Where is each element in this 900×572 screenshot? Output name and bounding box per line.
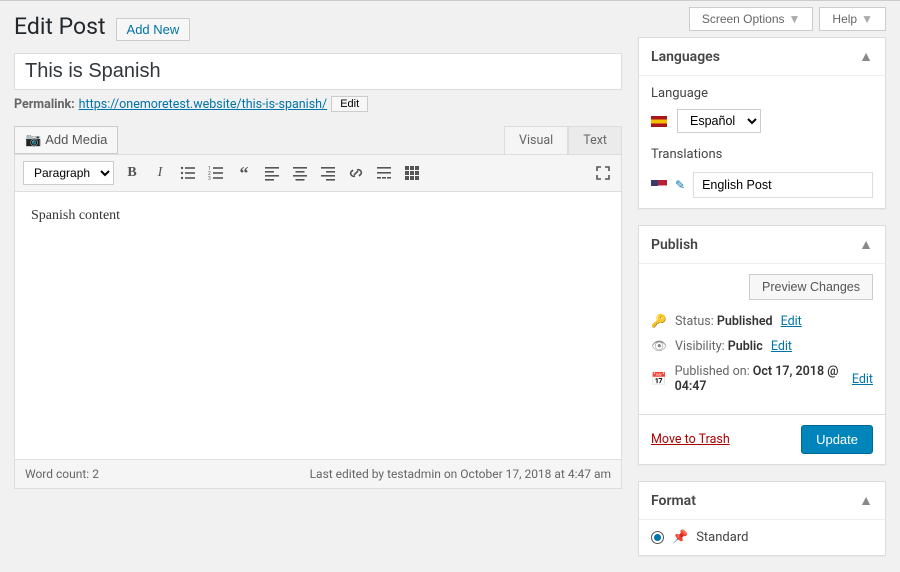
publish-title: Publish [651,237,698,253]
visibility-edit-link[interactable]: Edit [771,339,792,354]
align-left-icon[interactable] [262,163,282,183]
languages-title: Languages [651,49,720,65]
editor-toolbar: Paragraph B I 123 “ [14,154,622,192]
format-standard-radio[interactable] [651,531,664,544]
bold-icon[interactable]: B [122,163,142,183]
format-panel-header[interactable]: Format ▲ [639,482,885,520]
pushpin-icon: 📌 [672,530,688,545]
published-row: 📅 Published on: Oct 17, 2018 @ 04:47 Edi… [651,364,873,394]
media-icon: 📷 [25,132,41,147]
pencil-icon[interactable]: ✎ [675,178,685,192]
italic-icon[interactable]: I [150,163,170,183]
screen-options-button[interactable]: Screen Options ▼ [689,7,814,31]
editor-content[interactable]: Spanish content [14,192,622,460]
permalink-url-link[interactable]: https://onemoretest.website/this-is-span… [79,97,328,112]
eye-icon: 👁 [651,339,667,354]
screen-options-label: Screen Options [702,12,785,26]
help-button[interactable]: Help ▼ [819,7,886,31]
preview-changes-button[interactable]: Preview Changes [749,274,873,300]
collapse-icon: ▲ [859,236,873,253]
translations-label: Translations [651,147,873,162]
published-edit-link[interactable]: Edit [852,372,873,387]
format-panel: Format ▲ 📌 Standard [638,481,886,556]
fullscreen-icon[interactable] [593,163,613,183]
last-edited: Last edited by testadmin on October 17, … [310,467,611,481]
help-label: Help [832,12,857,26]
collapse-icon: ▲ [859,48,873,65]
visibility-row: 👁 Visibility: Public Edit [651,339,873,354]
read-more-icon[interactable] [374,163,394,183]
post-title-input[interactable] [14,53,622,90]
permalink-label: Permalink: [14,97,75,112]
quote-icon[interactable]: “ [234,163,254,183]
update-button[interactable]: Update [801,425,873,454]
format-standard-label: Standard [696,530,748,545]
publish-panel: Publish ▲ Preview Changes 🔑 Status: Publ… [638,225,886,465]
language-label: Language [651,86,873,101]
link-icon[interactable] [346,163,366,183]
add-media-button[interactable]: 📷 Add Media [14,126,118,154]
align-right-icon[interactable] [318,163,338,183]
editor-footer: Word count: 2 Last edited by testadmin o… [14,460,622,489]
chevron-down-icon: ▼ [789,12,801,26]
collapse-icon: ▲ [859,492,873,509]
format-title: Format [651,493,696,509]
publish-panel-header[interactable]: Publish ▲ [639,226,885,264]
editor-tabs: Visual Text [504,126,622,154]
bullet-list-icon[interactable] [178,163,198,183]
translation-input[interactable] [693,172,873,198]
add-media-label: Add Media [45,132,107,147]
key-icon: 🔑 [651,314,667,329]
heading-row: Edit Post Add New [14,13,622,41]
permalink-row: Permalink: https://onemoretest.website/t… [14,96,622,112]
page-title: Edit Post [14,13,106,40]
numbered-list-icon[interactable]: 123 [206,163,226,183]
flag-es-icon [651,116,667,127]
languages-panel-header[interactable]: Languages ▲ [639,38,885,76]
chevron-down-icon: ▼ [861,12,873,26]
toolbar-toggle-icon[interactable] [402,163,422,183]
move-to-trash-link[interactable]: Move to Trash [651,432,730,447]
languages-panel: Languages ▲ Language Español Translation… [638,37,886,209]
align-center-icon[interactable] [290,163,310,183]
status-row: 🔑 Status: Published Edit [651,314,873,329]
permalink-edit-button[interactable]: Edit [331,96,368,112]
tab-visual[interactable]: Visual [504,126,568,154]
status-edit-link[interactable]: Edit [781,314,802,329]
add-new-button[interactable]: Add New [116,18,191,41]
calendar-icon: 📅 [651,372,667,387]
tab-text[interactable]: Text [568,126,622,154]
word-count: Word count: 2 [25,467,99,481]
svg-text:3: 3 [208,176,211,181]
format-select[interactable]: Paragraph [23,161,114,185]
flag-us-icon [651,180,667,191]
language-select[interactable]: Español [677,109,761,133]
